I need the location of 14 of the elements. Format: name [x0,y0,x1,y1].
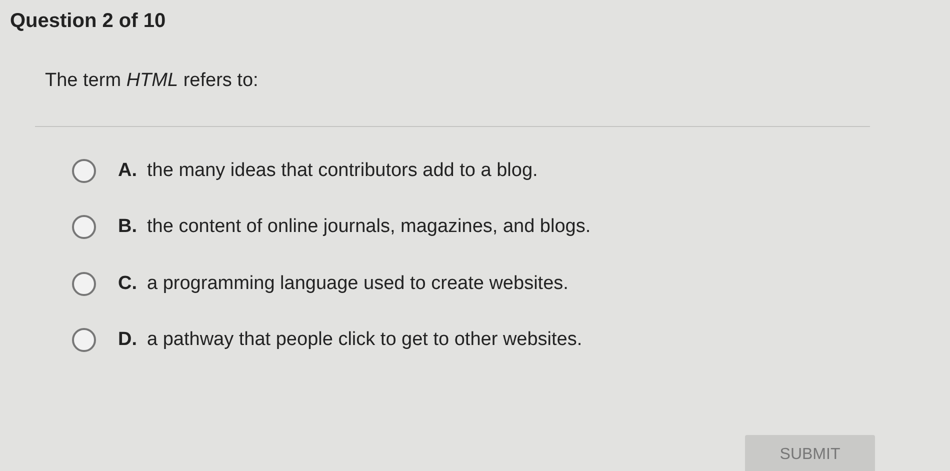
question-title: Question 2 of 10 [9,9,167,33]
radio-button[interactable] [72,328,96,352]
option-letter: C. [118,272,137,296]
option-letter: D. [118,328,137,352]
question-prompt: The term HTML refers to: [45,69,260,93]
radio-button[interactable] [72,158,96,183]
option-letter: A. [118,158,137,182]
option-text: a programming language used to create websites. [147,272,568,296]
option-text: the content of online journals, magazines, and blogs. [147,215,591,239]
option-text: the many ideas that contributors add to a blog. [147,158,538,182]
option-text: a pathway that people click to get to other websites. [147,328,582,352]
radio-button[interactable] [72,215,96,240]
radio-button[interactable] [72,272,96,296]
option-letter: B. [118,215,137,239]
